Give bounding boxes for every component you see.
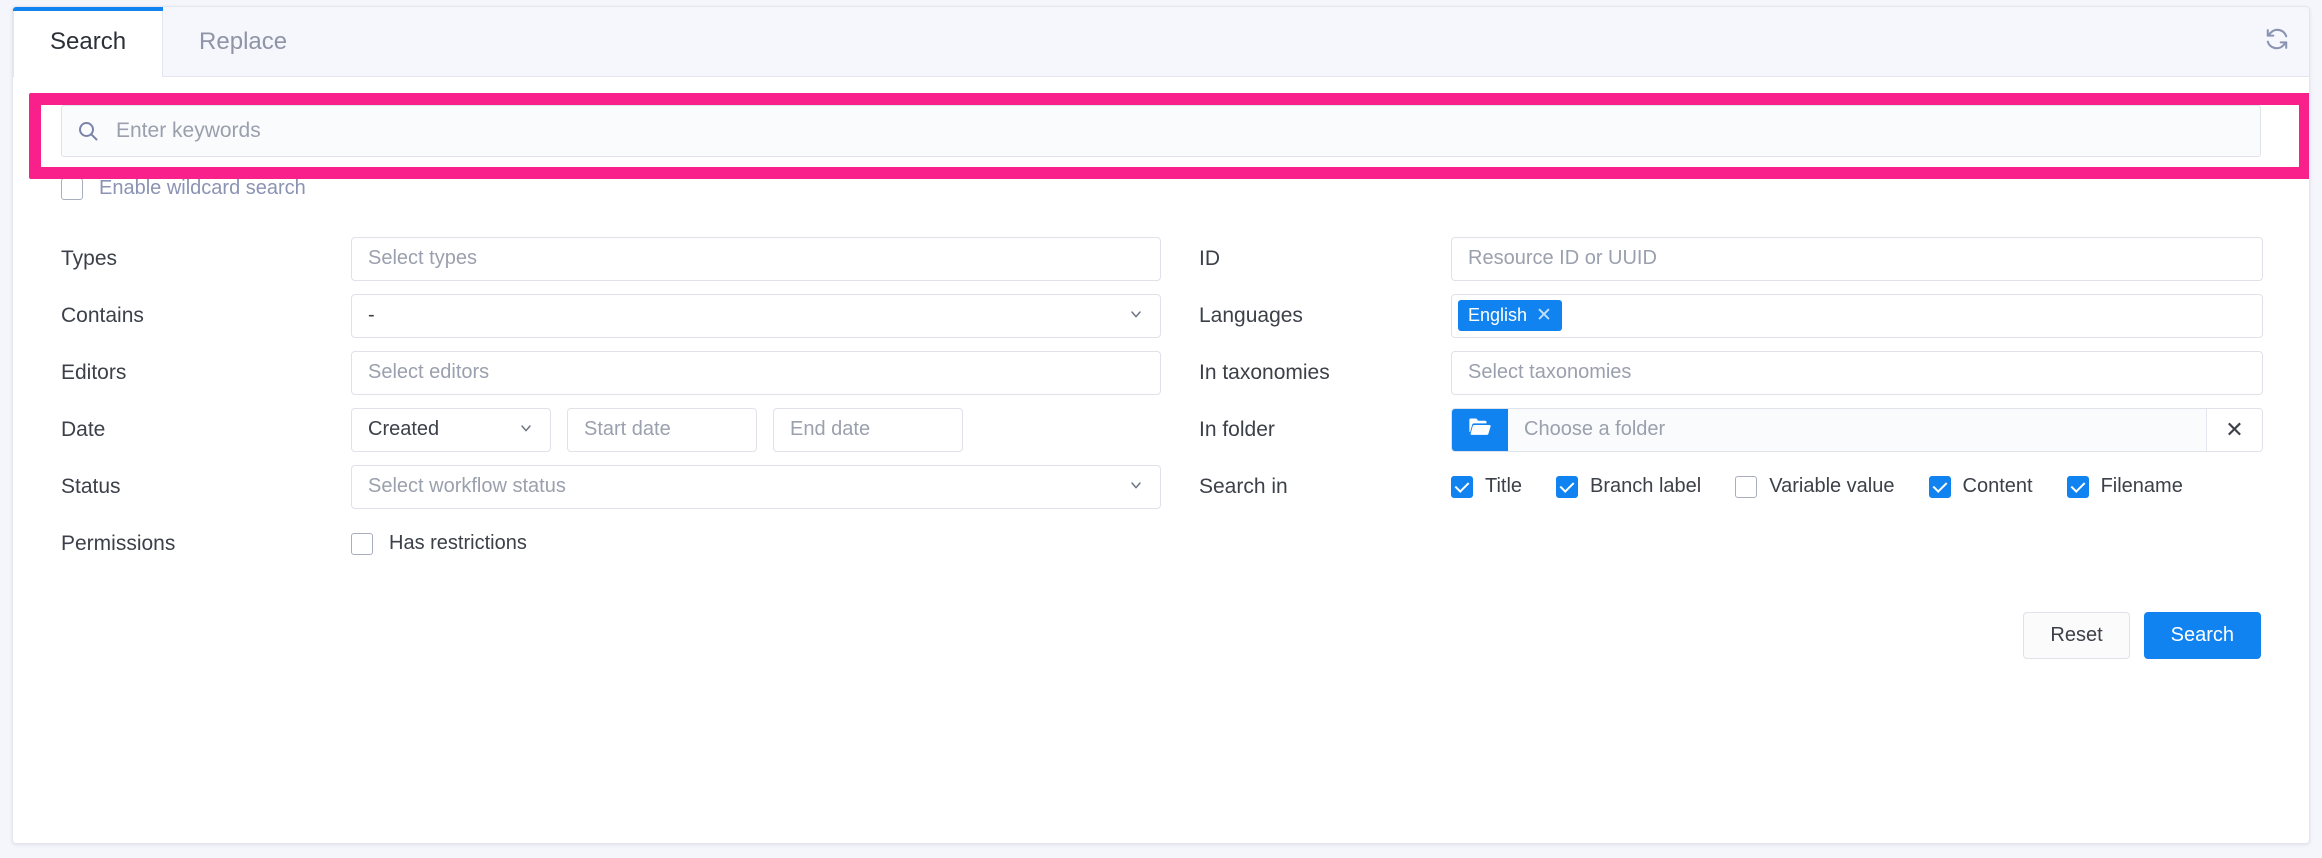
- editors-input[interactable]: Select editors: [351, 350, 1161, 395]
- in-folder-control: Choose a folder ✕: [1451, 407, 2263, 452]
- search-in-options: Title Branch label Variable value Conten…: [1451, 475, 2205, 498]
- refresh-button[interactable]: [2245, 7, 2309, 76]
- search-in-option-content: Content: [1928, 475, 2033, 498]
- spacer-permissions-label: [1161, 515, 1451, 572]
- search-in-filename-label[interactable]: Filename: [2101, 475, 2183, 498]
- search-in-option-filename: Filename: [2066, 475, 2183, 498]
- search-in-option-title: Title: [1451, 475, 1522, 498]
- search-in-variable-value-checkbox[interactable]: [1735, 475, 1758, 498]
- tab-search-label: Search: [50, 27, 127, 55]
- in-folder-input[interactable]: Choose a folder: [1508, 408, 2206, 451]
- language-chip-label: English: [1468, 305, 1528, 325]
- languages-input[interactable]: English ✕: [1451, 293, 2263, 338]
- cell-languages: English ✕: [1451, 287, 2263, 344]
- label-status: Status: [61, 474, 121, 498]
- close-icon: ✕: [2225, 416, 2244, 442]
- types-placeholder: Select types: [368, 247, 477, 269]
- start-date-placeholder: Start date: [584, 418, 671, 440]
- end-date-input[interactable]: End date: [773, 407, 963, 452]
- label-editors: Editors: [61, 360, 127, 384]
- id-placeholder: Resource ID or UUID: [1468, 247, 1657, 269]
- search-in-branch-label-label[interactable]: Branch label: [1590, 475, 1701, 498]
- search-in-title-checkbox[interactable]: [1451, 475, 1473, 498]
- has-restrictions-checkbox[interactable]: [351, 532, 373, 555]
- folder-open-icon: [1467, 414, 1493, 445]
- label-types: Types: [61, 246, 118, 270]
- label-permissions: Permissions: [61, 531, 176, 555]
- search-in-option-variable-value: Variable value: [1735, 475, 1895, 498]
- date-type-select[interactable]: Created: [351, 407, 551, 452]
- cell-date: Created Start date End date: [351, 401, 1161, 458]
- end-date-placeholder: End date: [790, 418, 871, 440]
- contains-value: -: [368, 304, 375, 326]
- chevron-down-icon: [518, 420, 534, 439]
- search-in-title-label[interactable]: Title: [1485, 475, 1522, 498]
- label-in-folder: In folder: [1199, 417, 1275, 441]
- cell-in-folder: Choose a folder ✕: [1451, 401, 2263, 458]
- filters-grid: Types Select types ID Resource ID or UUI…: [13, 200, 2309, 572]
- cell-in-taxonomies: Select taxonomies: [1451, 344, 2263, 401]
- search-in-branch-label-checkbox[interactable]: [1556, 475, 1579, 498]
- tab-search[interactable]: Search: [13, 7, 164, 77]
- search-input-wrapper[interactable]: [61, 105, 2261, 157]
- browse-folder-button[interactable]: [1452, 408, 1508, 451]
- permissions-row: Has restrictions: [351, 532, 527, 555]
- search-panel-card: Search Replace Enter keywords Enable wil…: [12, 6, 2310, 844]
- wildcard-row: Enable wildcard search: [13, 157, 2309, 200]
- cell-types: Select types: [351, 230, 1161, 287]
- chevron-down-icon: [1128, 306, 1144, 325]
- label-search-in: Search in: [1199, 474, 1288, 498]
- editors-placeholder: Select editors: [368, 361, 490, 383]
- cell-permissions: Has restrictions: [351, 515, 1161, 572]
- chevron-down-icon: [1128, 477, 1144, 496]
- search-icon: [76, 119, 100, 143]
- clear-folder-button[interactable]: ✕: [2206, 408, 2262, 451]
- search-button[interactable]: Search: [2143, 612, 2261, 659]
- tab-bar: Search Replace: [13, 7, 2309, 77]
- wildcard-label[interactable]: Enable wildcard search: [99, 177, 306, 200]
- search-form: Enable wildcard search Types Select type…: [13, 77, 2309, 659]
- keyword-row: [13, 77, 2309, 157]
- cell-id: Resource ID or UUID: [1451, 230, 2263, 287]
- cell-search-in: Title Branch label Variable value Conten…: [1451, 458, 2263, 515]
- tab-replace-label: Replace: [199, 27, 288, 55]
- date-group: Created Start date End date: [351, 407, 1161, 452]
- language-chip-english: English ✕: [1458, 300, 1562, 331]
- spacer-permissions-cell: [1451, 515, 2263, 572]
- start-date-input[interactable]: Start date: [567, 407, 757, 452]
- label-contains: Contains: [61, 303, 144, 327]
- label-id: ID: [1199, 246, 1220, 270]
- status-placeholder: Select workflow status: [368, 475, 566, 497]
- cell-editors: Select editors: [351, 344, 1161, 401]
- tab-bar-spacer: [324, 7, 2245, 76]
- search-in-variable-value-label[interactable]: Variable value: [1769, 475, 1894, 498]
- cell-contains: -: [351, 287, 1161, 344]
- in-taxonomies-placeholder: Select taxonomies: [1468, 361, 1632, 383]
- search-in-content-label[interactable]: Content: [1963, 475, 2033, 498]
- label-date: Date: [61, 417, 106, 441]
- search-input[interactable]: [114, 118, 2246, 144]
- status-select[interactable]: Select workflow status: [351, 464, 1161, 509]
- cell-status: Select workflow status: [351, 458, 1161, 515]
- close-icon[interactable]: ✕: [1536, 306, 1552, 325]
- types-input[interactable]: Select types: [351, 236, 1161, 281]
- refresh-icon: [2264, 26, 2290, 57]
- reset-button[interactable]: Reset: [2023, 612, 2130, 659]
- id-input[interactable]: Resource ID or UUID: [1451, 236, 2263, 281]
- search-in-option-branch-label: Branch label: [1556, 475, 1701, 498]
- wildcard-checkbox[interactable]: [61, 177, 83, 200]
- label-languages: Languages: [1199, 303, 1303, 327]
- contains-select[interactable]: -: [351, 293, 1161, 338]
- form-actions: Reset Search: [13, 572, 2309, 659]
- search-in-filename-checkbox[interactable]: [2066, 475, 2089, 498]
- label-in-taxonomies: In taxonomies: [1199, 360, 1330, 384]
- date-type-value: Created: [368, 418, 440, 440]
- has-restrictions-label[interactable]: Has restrictions: [389, 532, 527, 555]
- in-taxonomies-input[interactable]: Select taxonomies: [1451, 350, 2263, 395]
- in-folder-placeholder: Choose a folder: [1524, 418, 1666, 440]
- tab-replace[interactable]: Replace: [163, 7, 324, 76]
- search-in-content-checkbox[interactable]: [1928, 475, 1951, 498]
